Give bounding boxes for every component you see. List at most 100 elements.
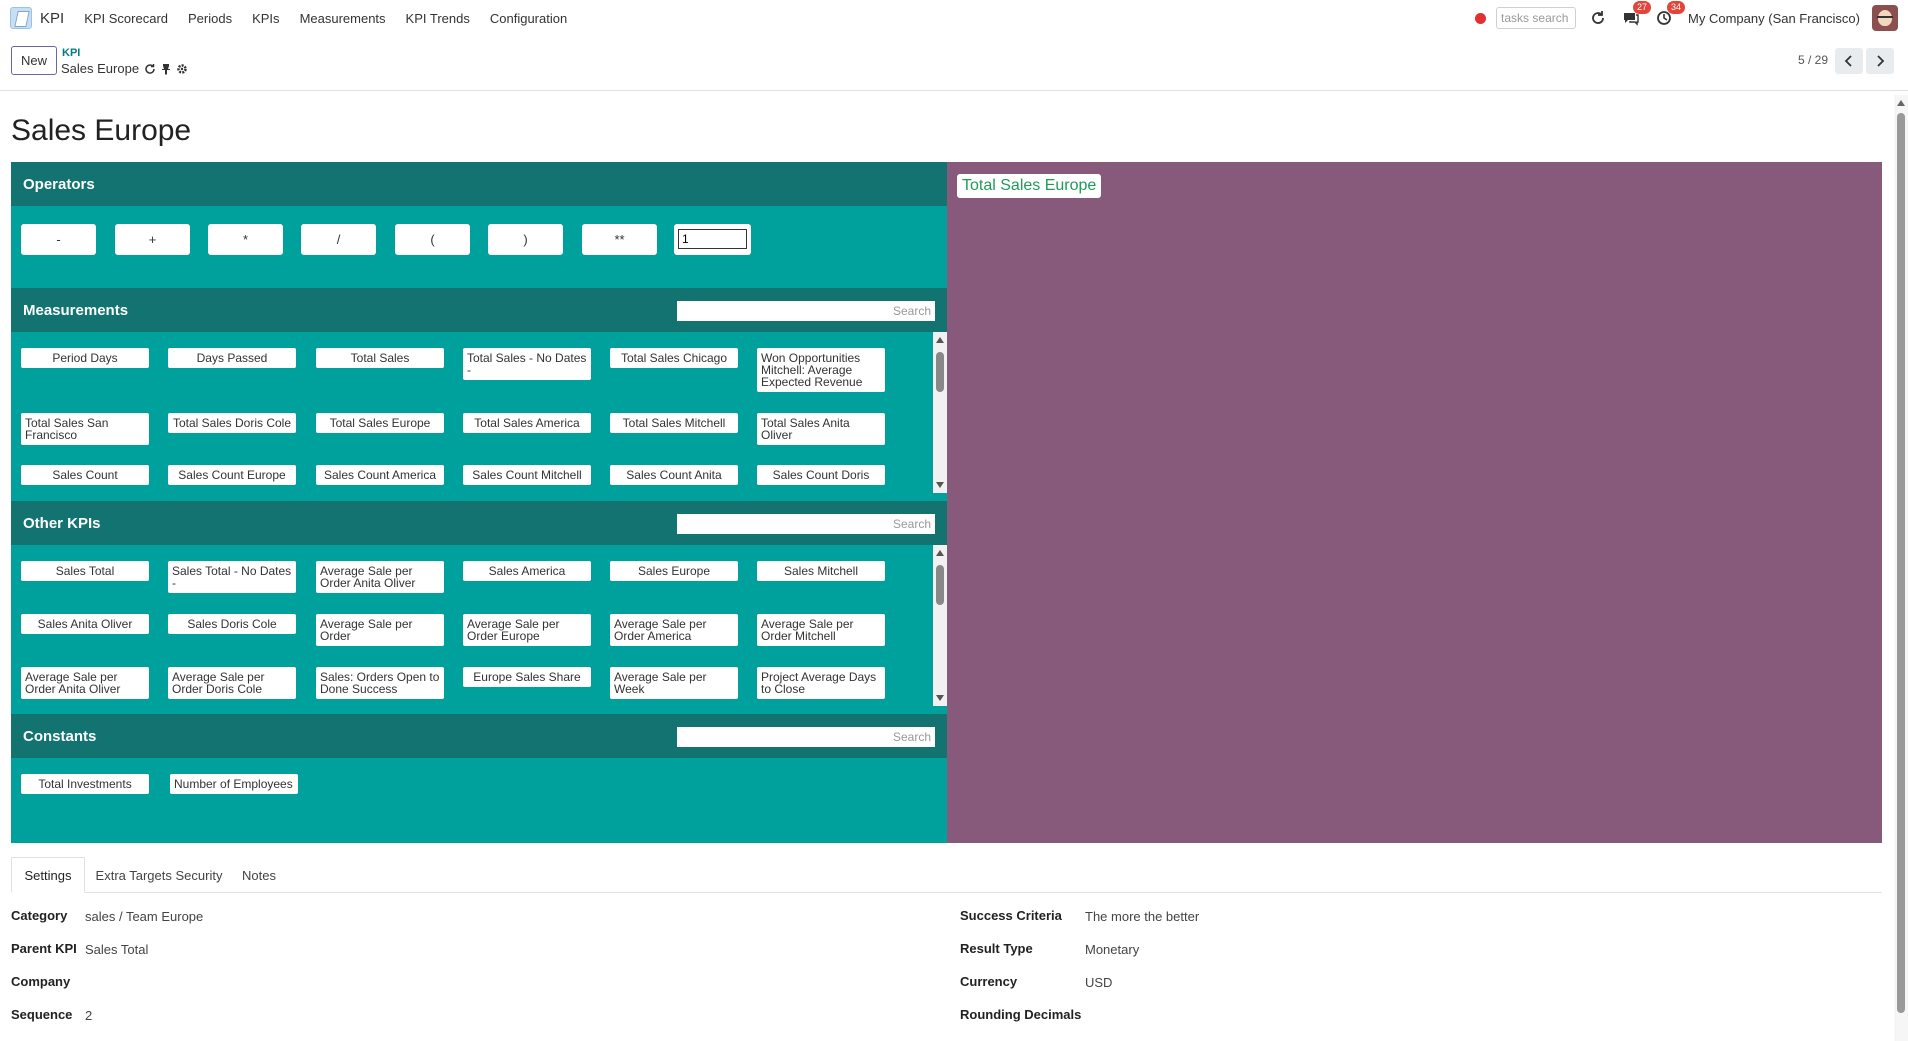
measurement-item[interactable]: Sales Count <box>21 465 149 485</box>
kpi-item[interactable]: Sales Europe <box>610 561 738 581</box>
operator-close-paren[interactable]: ) <box>488 224 563 255</box>
breadcrumb-parent[interactable]: KPI <box>62 47 80 59</box>
measurement-item[interactable]: Total Sales Mitchell <box>610 413 738 433</box>
kpi-item[interactable]: Europe Sales Share <box>463 667 591 687</box>
menu-kpi-scorecard[interactable]: KPI Scorecard <box>84 11 168 26</box>
tab-extra-targets-security[interactable]: Extra Targets Security <box>91 857 227 893</box>
measurement-item[interactable]: Total Sales America <box>463 413 591 433</box>
company-switcher[interactable]: My Company (San Francisco) <box>1688 11 1860 26</box>
kpi-item[interactable]: Sales America <box>463 561 591 581</box>
new-button[interactable]: New <box>11 46 57 75</box>
kpi-item[interactable]: Average Sale per Order Europe <box>463 614 591 646</box>
measurement-item[interactable]: Total Sales Chicago <box>610 348 738 368</box>
tasks-search-input[interactable]: tasks search <box>1496 7 1577 29</box>
measurement-item[interactable]: Total Sales Doris Cole <box>168 413 296 433</box>
tab-notes[interactable]: Notes <box>229 857 289 893</box>
tab-settings[interactable]: Settings <box>11 857 85 893</box>
kpi-item[interactable]: Average Sale per Week <box>610 667 738 699</box>
measurement-item[interactable]: Won Opportunities Mitchell: Average Expe… <box>757 348 885 392</box>
operator-power[interactable]: ** <box>582 224 657 255</box>
operator-multiply[interactable]: * <box>208 224 283 255</box>
scroll-up-arrow-icon[interactable] <box>1897 100 1905 106</box>
kpi-item[interactable]: Average Sale per Order <box>316 614 444 646</box>
other-kpis-scrollbar[interactable] <box>933 545 947 706</box>
measurement-item[interactable]: Sales Count America <box>316 465 444 485</box>
kpi-item[interactable]: Average Sale per Order America <box>610 614 738 646</box>
formula-panel[interactable]: Total Sales Europe <box>947 162 1882 843</box>
parent-kpi-field[interactable]: Sales Total <box>85 942 148 957</box>
measurement-item[interactable]: Total Sales Europe <box>316 413 444 433</box>
constants-search-input[interactable]: Search <box>677 727 935 747</box>
messages-icon[interactable]: 27 <box>1622 1 1652 26</box>
menu-measurements[interactable]: Measurements <box>300 11 386 26</box>
formula-token[interactable]: Total Sales Europe <box>957 174 1102 198</box>
measurement-item[interactable]: Total Sales San Francisco <box>21 413 149 445</box>
operator-plus[interactable]: + <box>115 224 190 255</box>
kpi-app-icon[interactable] <box>10 7 32 29</box>
kpi-item[interactable]: Average Sale per Order Anita Oliver <box>21 667 149 699</box>
measurements-header: Measurements Search <box>11 288 947 332</box>
pin-icon[interactable] <box>161 63 171 75</box>
currency-field[interactable]: USD <box>1085 975 1112 990</box>
menu-kpi-trends[interactable]: KPI Trends <box>406 11 470 26</box>
measurement-item[interactable]: Total Sales - No Dates - <box>463 348 591 380</box>
kpi-item[interactable]: Average Sale per Order Doris Cole <box>168 667 296 699</box>
kpi-item[interactable]: Sales: Orders Open to Done Success <box>316 667 444 699</box>
success-criteria-field[interactable]: The more the better <box>1085 909 1199 924</box>
measurement-item[interactable]: Sales Count Doris <box>757 465 885 485</box>
operator-open-paren[interactable]: ( <box>395 224 470 255</box>
kpi-item[interactable]: Average Sale per Order Mitchell <box>757 614 885 646</box>
formula-elements-panel: Operators - + * / ( ) ** Measurements Se… <box>11 162 947 843</box>
user-avatar[interactable] <box>1872 5 1898 31</box>
sequence-label: Sequence <box>11 1007 73 1022</box>
constant-item[interactable]: Number of Employees <box>170 774 298 794</box>
kpi-item[interactable]: Average Sale per Order Anita Oliver <box>316 561 444 593</box>
menu-kpis[interactable]: KPIs <box>252 11 279 26</box>
pager-value[interactable]: 5 / 29 <box>1798 53 1828 67</box>
measurement-item[interactable]: Total Sales Anita Oliver <box>757 413 885 445</box>
menu-periods[interactable]: Periods <box>188 11 232 26</box>
pager-previous-button[interactable] <box>1835 48 1863 74</box>
kpi-item[interactable]: Sales Total <box>21 561 149 581</box>
kpi-item[interactable]: Sales Doris Cole <box>168 614 296 634</box>
app-name[interactable]: KPI <box>40 10 64 27</box>
page-scroll-thumb[interactable] <box>1897 113 1905 1013</box>
activities-clock-icon[interactable]: 34 <box>1656 1 1686 26</box>
number-input[interactable] <box>678 229 747 249</box>
measurements-scroll-thumb[interactable] <box>936 352 944 392</box>
measurement-item[interactable]: Sales Count Europe <box>168 465 296 485</box>
result-type-field[interactable]: Monetary <box>1085 942 1139 957</box>
kpi-item[interactable]: Project Average Days to Close <box>757 667 885 699</box>
measurements-search-input[interactable]: Search <box>677 301 935 321</box>
measurements-title: Measurements <box>23 302 129 319</box>
measurements-scrollbar[interactable] <box>933 332 947 493</box>
other-kpis-search-input[interactable]: Search <box>677 514 935 534</box>
page-scrollbar[interactable] <box>1894 95 1908 1041</box>
sync-icon[interactable] <box>144 63 156 75</box>
measurement-item[interactable]: Sales Count Anita <box>610 465 738 485</box>
scroll-down-arrow-icon[interactable] <box>936 482 944 488</box>
kpi-item[interactable]: Sales Anita Oliver <box>21 614 149 634</box>
operator-minus[interactable]: - <box>21 224 96 255</box>
category-field[interactable]: sales / Team Europe <box>85 909 203 924</box>
kpi-item[interactable]: Sales Mitchell <box>757 561 885 581</box>
scroll-up-arrow-icon[interactable] <box>936 550 944 556</box>
sequence-field[interactable]: 2 <box>85 1008 92 1023</box>
measurement-item[interactable]: Total Sales <box>316 348 444 368</box>
scroll-up-arrow-icon[interactable] <box>936 337 944 343</box>
pager-next-button[interactable] <box>1866 48 1894 74</box>
record-dot-icon[interactable] <box>1475 12 1487 24</box>
record-title[interactable]: Sales Europe <box>11 114 191 148</box>
constant-item[interactable]: Total Investments <box>21 774 149 794</box>
other-kpis-scroll-thumb[interactable] <box>936 565 944 605</box>
kpi-item[interactable]: Sales Total - No Dates - <box>168 561 296 593</box>
operator-divide[interactable]: / <box>301 224 376 255</box>
breadcrumb-current: Sales Europe <box>61 61 188 76</box>
menu-configuration[interactable]: Configuration <box>490 11 567 26</box>
gear-icon[interactable] <box>176 63 188 75</box>
measurement-item[interactable]: Days Passed <box>168 348 296 368</box>
measurement-item[interactable]: Sales Count Mitchell <box>463 465 591 485</box>
measurement-item[interactable]: Period Days <box>21 348 149 368</box>
scroll-down-arrow-icon[interactable] <box>936 695 944 701</box>
refresh-icon[interactable] <box>1590 10 1606 26</box>
